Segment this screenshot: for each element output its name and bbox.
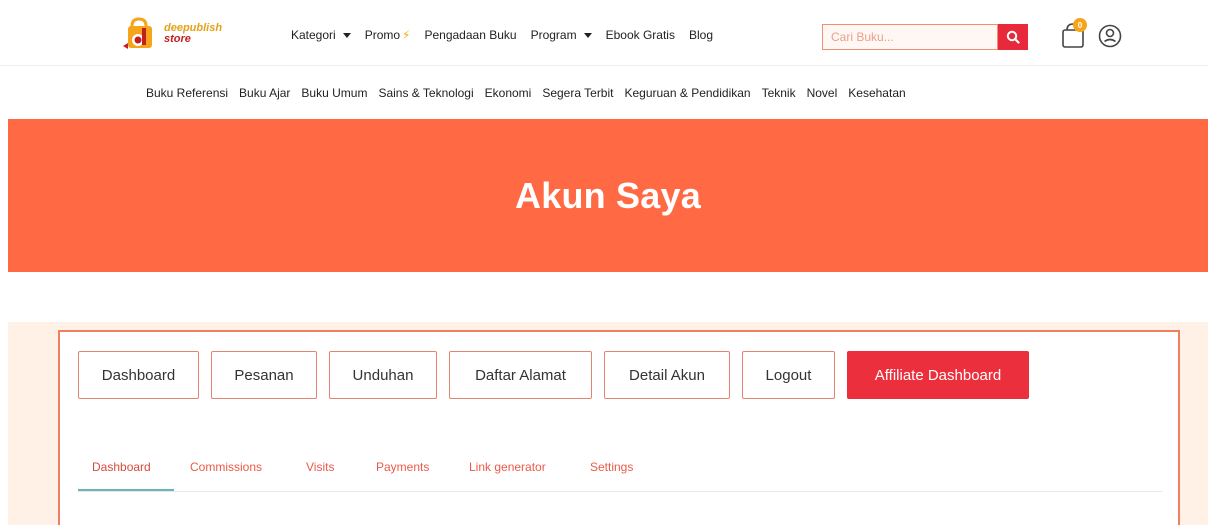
logo-text: deepublish store [164,23,222,45]
dashboard-button[interactable]: Dashboard [78,351,199,399]
nav-program-label: Program [530,28,577,42]
lightning-icon: ⚡ [402,28,411,42]
search-input[interactable] [822,24,998,50]
tab-dashboard[interactable]: Dashboard [92,460,151,474]
nav-kategori[interactable]: Kategori [291,28,351,42]
page-hero-banner: Akun Saya [8,119,1208,272]
nav-ebook-label: Ebook Gratis [605,28,675,42]
logout-button[interactable]: Logout [742,351,835,399]
affiliate-dashboard-button[interactable]: Affiliate Dashboard [847,351,1029,399]
category-segera-terbit[interactable]: Segera Terbit [542,86,613,100]
main-nav: Kategori Promo ⚡ Pengadaan Buku Program … [291,28,727,42]
category-teknik[interactable]: Teknik [762,86,796,100]
cart-count-badge: 0 [1073,18,1087,32]
tab-visits[interactable]: Visits [306,460,334,474]
category-keguruan-pendidikan[interactable]: Keguruan & Pendidikan [624,86,750,100]
category-ekonomi[interactable]: Ekonomi [485,86,532,100]
search-box [822,24,1028,50]
tab-link-generator[interactable]: Link generator [469,460,546,474]
search-icon [1006,30,1020,44]
nav-pengadaan-label: Pengadaan Buku [424,28,517,42]
nav-promo-label: Promo [364,28,401,42]
nav-kategori-label: Kategori [291,28,336,42]
chevron-down-icon [583,32,592,38]
nav-program[interactable]: Program [531,28,592,42]
affiliate-tabs: Dashboard Commissions Visits Payments Li… [78,460,1162,492]
nav-pengadaan-buku[interactable]: Pengadaan Buku [424,28,516,42]
search-button[interactable] [998,24,1028,50]
tab-settings[interactable]: Settings [590,460,633,474]
category-buku-umum[interactable]: Buku Umum [301,86,367,100]
category-novel[interactable]: Novel [807,86,838,100]
top-header: deepublish store Kategori Promo ⚡ Pengad… [0,0,1208,66]
user-account-button[interactable] [1098,24,1122,48]
logo-line-2: store [164,33,191,45]
logo-bag-icon [122,16,158,52]
category-kesehatan[interactable]: Kesehatan [848,86,905,100]
site-logo[interactable]: deepublish store [122,16,252,52]
tab-commissions[interactable]: Commissions [190,460,262,474]
tab-payments[interactable]: Payments [376,460,429,474]
category-buku-ajar[interactable]: Buku Ajar [239,86,290,100]
unduhan-button[interactable]: Unduhan [329,351,437,399]
page-title: Akun Saya [515,174,701,216]
chevron-down-icon [342,32,351,38]
active-tab-indicator [78,489,174,491]
user-circle-icon [1098,24,1122,48]
category-buku-referensi[interactable]: Buku Referensi [146,86,228,100]
cart-button[interactable]: 0 [1060,18,1088,50]
nav-ebook-gratis[interactable]: Ebook Gratis [606,28,675,42]
category-links: Buku Referensi Buku Ajar Buku Umum Sains… [146,86,917,100]
category-sains-teknologi[interactable]: Sains & Teknologi [378,86,473,100]
nav-promo[interactable]: Promo ⚡ [365,28,411,42]
nav-blog[interactable]: Blog [689,28,713,42]
detail-akun-button[interactable]: Detail Akun [604,351,730,399]
nav-blog-label: Blog [688,28,713,42]
pesanan-button[interactable]: Pesanan [211,351,317,399]
daftar-alamat-button[interactable]: Daftar Alamat [449,351,592,399]
